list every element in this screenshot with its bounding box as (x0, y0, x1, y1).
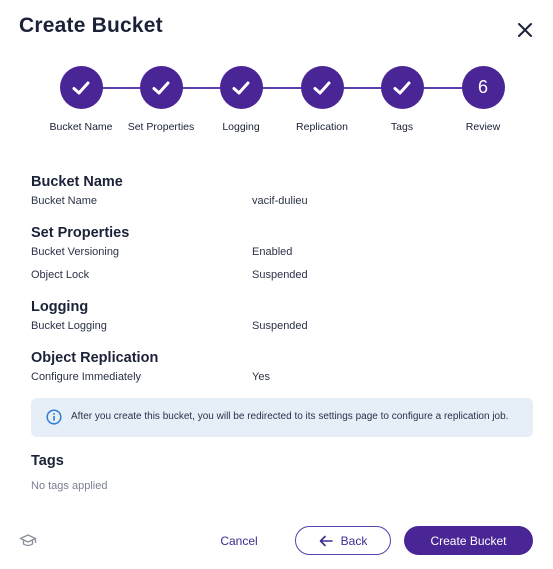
check-icon (152, 81, 170, 94)
graduation-cap-icon[interactable] (19, 532, 37, 550)
row-label: Bucket Logging (31, 320, 107, 332)
row-label: Bucket Name (31, 195, 98, 207)
step-tags: Tags (357, 66, 447, 133)
check-icon (72, 81, 90, 94)
section-title-set-properties: Set Properties (31, 225, 130, 241)
section-title-bucket-name: Bucket Name (31, 174, 123, 190)
step-label: Set Properties (127, 121, 195, 133)
step-current-circle: 6 (461, 66, 505, 109)
arrow-left-icon (319, 535, 333, 546)
row-value: vacif-dulieu (252, 195, 308, 207)
step-complete-circle (300, 66, 344, 109)
step-replication: Replication (277, 66, 367, 133)
row-label: Bucket Versioning (31, 246, 120, 258)
close-button[interactable] (514, 19, 536, 41)
row-value: Suspended (252, 269, 308, 281)
step-label: Bucket Name (49, 121, 113, 133)
step-complete-circle (59, 66, 103, 109)
step-label: Replication (296, 121, 348, 133)
tags-empty-text: No tags applied (31, 480, 108, 492)
step-review: 6 Review (438, 66, 528, 133)
dialog-title: Create Bucket (19, 14, 163, 37)
back-button[interactable]: Back (295, 526, 391, 555)
step-label: Review (465, 121, 501, 133)
step-bucket-name: Bucket Name (36, 66, 126, 133)
step-set-properties: Set Properties (116, 66, 206, 133)
row-value: Suspended (252, 320, 308, 332)
step-complete-circle (219, 66, 263, 109)
step-logging: Logging (196, 66, 286, 133)
cancel-button[interactable]: Cancel (210, 527, 268, 555)
create-bucket-button[interactable]: Create Bucket (404, 526, 533, 555)
check-icon (232, 81, 250, 94)
info-text: After you create this bucket, you will b… (71, 411, 509, 422)
check-icon (313, 81, 331, 94)
section-title-logging: Logging (31, 299, 89, 315)
replication-info-banner: After you create this bucket, you will b… (31, 398, 533, 437)
stepper: Bucket Name Set Properties Logging Repli… (0, 66, 553, 136)
section-title-object-replication: Object Replication (31, 350, 159, 366)
row-label: Configure Immediately (31, 371, 142, 383)
step-label: Logging (222, 121, 260, 133)
row-value: Yes (252, 371, 270, 383)
row-label: Object Lock (31, 269, 90, 281)
step-complete-circle (139, 66, 183, 109)
step-complete-circle (380, 66, 424, 109)
step-label: Tags (390, 121, 414, 133)
section-title-tags: Tags (31, 453, 64, 469)
row-value: Enabled (252, 246, 293, 258)
close-icon (518, 23, 532, 37)
back-button-label: Back (340, 533, 368, 548)
check-icon (393, 81, 411, 94)
info-icon (46, 409, 62, 425)
